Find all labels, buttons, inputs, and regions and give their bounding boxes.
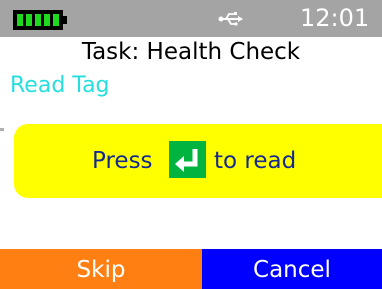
- skip-button[interactable]: Skip: [0, 249, 202, 289]
- status-time: 12:01: [300, 4, 370, 32]
- status-bar: 12:01: [0, 0, 382, 37]
- enter-key-icon: [169, 141, 206, 178]
- page-title: Task: Health Check: [0, 37, 382, 68]
- usb-icon: [218, 12, 243, 26]
- prompt-action-text: to read: [214, 148, 297, 174]
- prompt-press-text: Press: [92, 148, 153, 174]
- edge-marker: [0, 128, 4, 131]
- device-screen: 12:01 Task: Health Check Read Tag Press …: [0, 0, 382, 289]
- step-label: Read Tag: [10, 73, 110, 98]
- instruction-panel: Press to read: [14, 124, 382, 198]
- cancel-button[interactable]: Cancel: [202, 249, 382, 289]
- battery-full-icon: [13, 10, 67, 30]
